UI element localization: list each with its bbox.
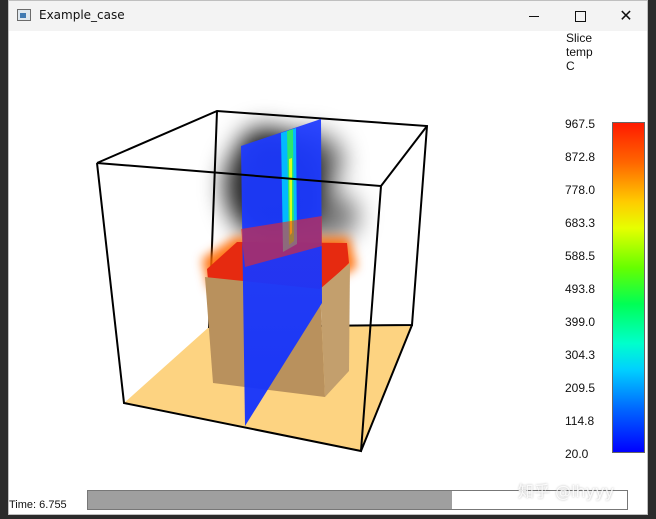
- maximize-button[interactable]: [557, 1, 603, 31]
- app-window: Example_case ✕ Slice temp C 967.5 872.8 …: [8, 0, 648, 515]
- temperature-colorbar: [612, 122, 645, 453]
- colorbar-label: 209.5: [565, 381, 596, 395]
- colorbar-label: 778.0: [565, 183, 596, 197]
- watermark: 知乎 @lhyyy: [518, 482, 615, 501]
- time-readout: Time: 6.755: [9, 499, 67, 511]
- minimize-button[interactable]: [511, 1, 557, 31]
- maximize-icon: [574, 10, 586, 22]
- title-bar: Example_case ✕: [9, 1, 647, 31]
- colorbar-label: 588.5: [565, 249, 596, 263]
- app-window-icon: [17, 9, 31, 21]
- 3d-scene-view[interactable]: [9, 31, 647, 486]
- colorbar-title-line-3: C: [566, 59, 575, 73]
- colorbar-title-line-1: Slice: [566, 31, 593, 45]
- colorbar-label: 967.5: [565, 117, 596, 131]
- colorbar-label: 304.3: [565, 348, 596, 362]
- window-title: Example_case: [39, 8, 125, 22]
- colorbar-label: 399.0: [565, 315, 596, 329]
- colorbar-label: 872.8: [565, 150, 596, 164]
- domain-top-edge: [380, 125, 428, 187]
- colorbar-label: 114.8: [565, 414, 595, 428]
- time-slider-fill: [88, 491, 452, 509]
- colorbar-label: 493.8: [565, 282, 596, 296]
- colorbar-title-line-2: temp: [566, 45, 593, 59]
- colorbar-label: 20.0: [565, 447, 589, 461]
- close-button[interactable]: ✕: [603, 1, 649, 31]
- colorbar-label: 683.3: [565, 216, 596, 230]
- minimize-icon: [529, 15, 539, 17]
- close-icon: ✕: [619, 6, 633, 25]
